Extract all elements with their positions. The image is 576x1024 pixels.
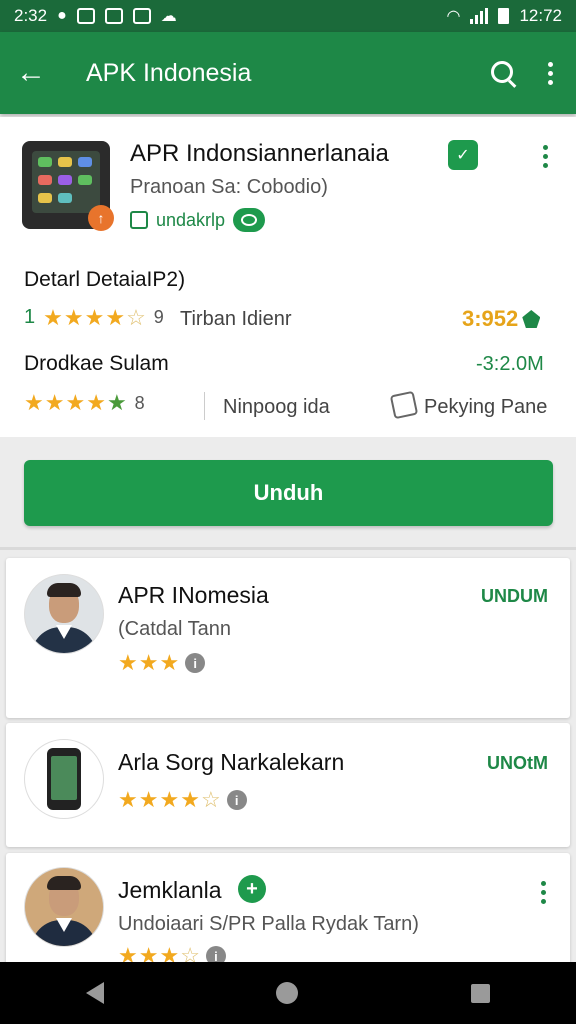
status-time-left: 2:32 bbox=[14, 6, 48, 25]
app-icon bbox=[132, 8, 151, 24]
rating-lead: 1 bbox=[24, 306, 36, 328]
signal-icon bbox=[470, 8, 489, 24]
chip-label[interactable]: undakrlp bbox=[156, 210, 225, 231]
score-badge: 3:952 bbox=[462, 306, 541, 332]
avatar bbox=[24, 574, 104, 654]
list-item-title: Arla Sorg Narkalekarn bbox=[118, 749, 345, 775]
add-icon[interactable]: + bbox=[238, 875, 266, 903]
list-item-title: Jemklanla bbox=[118, 877, 222, 903]
list-item[interactable]: APR INomesia (Catdal Tann ★ ★ ★ i UNDUM bbox=[6, 558, 570, 718]
toggle-icon[interactable] bbox=[233, 208, 266, 232]
message-icon bbox=[76, 8, 95, 24]
list-item[interactable]: Arla Sorg Narkalekarn ★ ★ ★ ★ ☆ i UNOtM bbox=[6, 723, 570, 847]
search-icon[interactable] bbox=[482, 53, 522, 93]
status-left: 2:32 ● ☁ bbox=[14, 6, 177, 26]
chip-row: undakrlp bbox=[130, 208, 266, 232]
size-value: -3:2.0M bbox=[476, 353, 544, 375]
list-item-title: APR INomesia bbox=[118, 582, 269, 608]
download-button[interactable]: Unduh bbox=[24, 460, 553, 526]
package-label: Pekying Pane bbox=[424, 396, 548, 418]
tag-text: Ninpoog ida bbox=[223, 396, 330, 418]
list-item-rating: ★ ★ ★ i bbox=[118, 652, 206, 674]
app-thumbnail: ↑ bbox=[22, 141, 114, 231]
list-item-subtitle: (Catdal Tann bbox=[118, 618, 232, 640]
more-vert-icon[interactable] bbox=[540, 61, 560, 85]
rating-note: Tirban Idienr bbox=[180, 308, 292, 330]
rating-count: 9 bbox=[153, 307, 164, 327]
score-value: 3:952 bbox=[462, 306, 519, 331]
divider bbox=[0, 547, 576, 550]
chip-icon bbox=[130, 211, 148, 229]
list-item-subtitle: Undoiaari S/PR Palla Rydak Tarn) bbox=[118, 913, 419, 935]
nav-back-icon[interactable] bbox=[86, 982, 105, 1004]
app-developer: Pranoan Sa: Cobodio) bbox=[130, 176, 328, 198]
wifi-icon: ◠ bbox=[446, 8, 461, 25]
app-bar-title: APK Indonesia bbox=[86, 58, 252, 87]
section-title: Detarl DetaiaIP2) bbox=[24, 268, 186, 291]
subsection-title: Drodkae Sulam bbox=[24, 352, 169, 375]
verified-icon: ✓ bbox=[448, 140, 478, 170]
status-bar: 2:32 ● ☁ ◠ 12:72 bbox=[0, 0, 576, 32]
rating-row: 1 ★ ★ ★ ★ ☆ 9 bbox=[24, 306, 164, 329]
notification-icon: ● bbox=[57, 7, 67, 24]
trophy-icon bbox=[522, 310, 541, 328]
app-name: APR Indonsiannerlanaia bbox=[130, 140, 389, 167]
gallery-icon bbox=[104, 8, 123, 24]
avatar bbox=[24, 867, 104, 947]
package-icon bbox=[389, 390, 419, 420]
star-rating: ★ ★ ★ ★ ☆ bbox=[43, 304, 146, 330]
arrow-left-icon[interactable]: ← bbox=[16, 58, 60, 88]
star-rating-2: ★ ★ ★ ★ ★ bbox=[24, 390, 127, 415]
info-icon[interactable]: i bbox=[185, 653, 206, 673]
app-icon bbox=[24, 739, 104, 819]
divider bbox=[204, 392, 205, 420]
list-item-action[interactable]: UNDUM bbox=[481, 586, 548, 607]
nav-home-icon[interactable] bbox=[276, 982, 299, 1004]
status-time-right: 12:72 bbox=[519, 6, 562, 25]
battery-icon bbox=[498, 8, 510, 24]
list-item-rating: ★ ★ ★ ★ ☆ i bbox=[118, 789, 247, 811]
list-item-action[interactable]: UNOtM bbox=[487, 753, 548, 774]
cloud-icon: ☁ bbox=[160, 8, 177, 25]
info-icon[interactable]: i bbox=[226, 790, 247, 810]
update-badge-icon: ↑ bbox=[88, 205, 114, 231]
navigation-bar bbox=[0, 962, 576, 1024]
app-more-icon[interactable] bbox=[543, 145, 548, 168]
rating-row-2: ★ ★ ★ ★ ★ 8 bbox=[24, 392, 145, 414]
list-item[interactable]: Jemklanla + Undoiaari S/PR Palla Rydak T… bbox=[6, 853, 570, 973]
more-vert-icon[interactable] bbox=[541, 881, 546, 904]
rating-count-2: 8 bbox=[134, 392, 145, 413]
nav-recents-icon[interactable] bbox=[470, 983, 490, 1003]
app-bar: ← APK Indonesia bbox=[0, 32, 576, 114]
status-right: ◠ 12:72 bbox=[446, 6, 562, 26]
